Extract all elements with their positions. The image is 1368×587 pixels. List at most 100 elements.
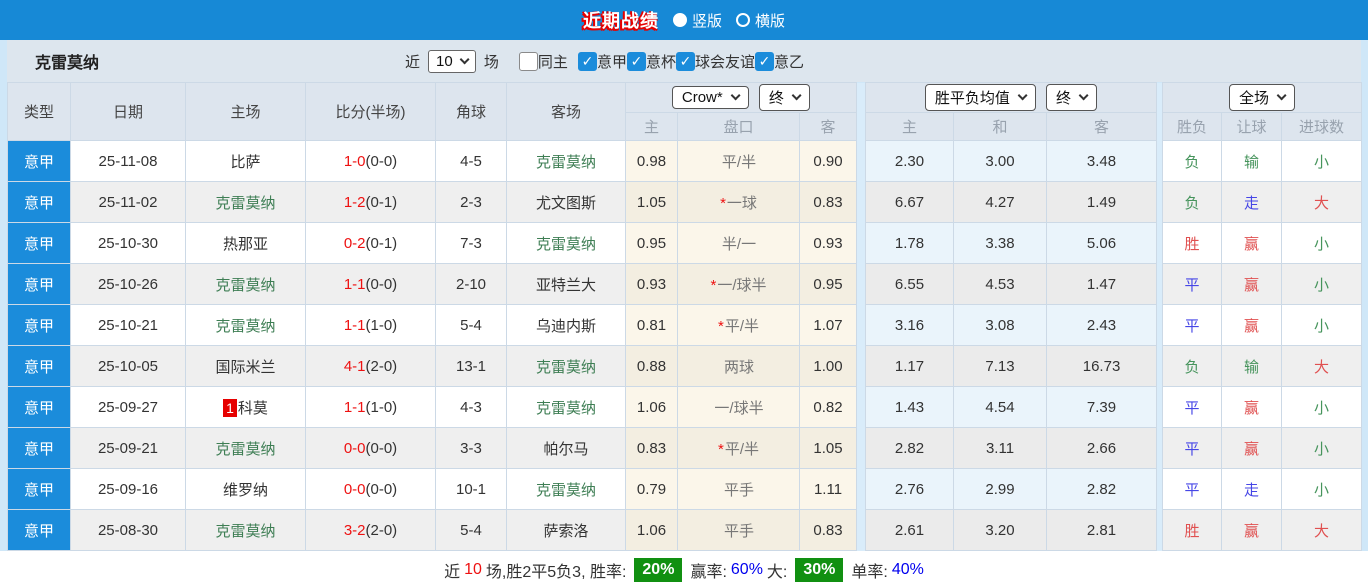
checkbox-label: 球会友谊 xyxy=(694,53,755,71)
subheader-pankou: 盘口 xyxy=(677,112,800,141)
checkbox-unchecked-icon[interactable] xyxy=(518,51,538,71)
away-team-name: 尤文图斯 xyxy=(535,194,596,212)
score-cell: 0-0(0-0) xyxy=(305,427,436,469)
filter-checkbox-item[interactable]: 同主 xyxy=(518,51,568,72)
avg-header-cell: 胜平负均值 终 xyxy=(865,82,1158,113)
avg-type-dropdown[interactable]: 胜平负均值 xyxy=(924,84,1037,111)
avg-away-cell: 2.81 xyxy=(1046,509,1158,551)
matches-label: 场 xyxy=(483,53,499,71)
handicap-line: 平手 xyxy=(723,481,754,499)
win-pct-label: 赢率: xyxy=(690,563,727,581)
filter-checkbox-item[interactable]: ✓ 球会友谊 xyxy=(675,51,755,72)
goals-result-cell: 大 xyxy=(1281,181,1363,223)
header-away: 客场 xyxy=(506,82,626,141)
result-cell: 负 xyxy=(1162,140,1223,182)
checkbox-checked-icon[interactable]: ✓ xyxy=(626,51,646,71)
handicap-odds-home-cell: 0.95 xyxy=(625,222,678,264)
result-cell: 平 xyxy=(1162,468,1223,510)
avg-away-cell: 5.06 xyxy=(1046,222,1158,264)
handicap-odds-away-cell: 1.11 xyxy=(798,468,858,510)
header-type: 类型 xyxy=(7,82,71,141)
topbar: 近期战绩 竖版 横版 xyxy=(0,0,1368,40)
goals-result-cell: 小 xyxy=(1281,222,1363,264)
avg-home-cell: 1.17 xyxy=(865,345,955,387)
match-row: 意甲 25-10-21 克雷莫纳 1-1(1-0) 5-4 乌迪内斯 0.81 … xyxy=(7,304,1363,346)
avg-draw-cell: 3.20 xyxy=(953,509,1048,551)
league-cell: 意甲 xyxy=(7,181,71,223)
handicap-result-cell: 输 xyxy=(1221,345,1283,387)
away-team-cell: 萨索洛 xyxy=(506,509,626,551)
result-cell: 平 xyxy=(1162,386,1223,428)
handicap-odds-home-cell: 0.83 xyxy=(625,427,678,469)
match-row: 意甲 25-10-26 克雷莫纳 1-1(0-0) 2-10 亚特兰大 0.93… xyxy=(7,263,1363,305)
home-team-name: 比萨 xyxy=(230,153,261,171)
date-cell: 25-10-30 xyxy=(70,222,186,264)
checkbox-label: 意甲 xyxy=(596,53,627,71)
handicap-odds-away-cell: 1.05 xyxy=(798,427,858,469)
handicap-line-cell: 半/一 xyxy=(677,222,800,264)
avg-away-cell: 2.66 xyxy=(1046,427,1158,469)
away-team-name: 克雷莫纳 xyxy=(535,358,596,376)
section-separator xyxy=(856,181,867,223)
filter-checkbox-item[interactable]: ✓ 意甲 xyxy=(577,51,627,72)
layout-radio-horizontal[interactable]: 横版 xyxy=(736,10,785,31)
checkbox-label: 意杯 xyxy=(645,53,676,71)
section-separator xyxy=(856,509,867,551)
handicap-odds-home-cell: 0.81 xyxy=(625,304,678,346)
avg-draw-cell: 3.08 xyxy=(953,304,1048,346)
rank-badge: 1 xyxy=(223,398,237,417)
checkbox-checked-icon[interactable]: ✓ xyxy=(577,51,597,71)
odds-state-dropdown[interactable]: 终 xyxy=(758,84,811,111)
away-team-name: 乌迪内斯 xyxy=(535,317,596,335)
subheader-handicap: 让球 xyxy=(1221,112,1283,141)
home-team-cell: 1 科莫 xyxy=(185,386,306,428)
filter-checkbox-item[interactable]: ✓ 意杯 xyxy=(626,51,676,72)
fulltime-score: 0-0 xyxy=(343,480,366,498)
away-team-cell: 帕尔马 xyxy=(506,427,626,469)
away-team-cell: 克雷莫纳 xyxy=(506,345,626,387)
fulltime-score: 1-1 xyxy=(343,275,366,293)
home-team-name: 克雷莫纳 xyxy=(215,522,276,540)
checkbox-checked-icon[interactable]: ✓ xyxy=(675,51,695,71)
avg-draw-cell: 4.53 xyxy=(953,263,1048,305)
single-label: 单率: xyxy=(851,563,888,581)
corner-cell: 2-10 xyxy=(435,263,507,305)
score-cell: 0-2(0-1) xyxy=(305,222,436,264)
recent-count-select[interactable]: 10 xyxy=(428,49,476,73)
away-team-cell: 克雷莫纳 xyxy=(506,222,626,264)
odds-header-cell: Crow* 终 xyxy=(624,82,858,113)
period-dropdown[interactable]: 全场 xyxy=(1228,84,1296,111)
home-team-cell: 热那亚 xyxy=(185,222,306,264)
results-table: 类型 日期 主场 比分(半场) 角球 客场 Crow* 终 胜平负均值 终 全场… xyxy=(7,82,1363,551)
score-cell: 1-1(1-0) xyxy=(305,386,436,428)
halftime-score: (2-0) xyxy=(365,357,398,375)
filter-checkbox-item[interactable]: ✓ 意乙 xyxy=(754,51,804,72)
chevron-down-icon xyxy=(1078,90,1089,102)
avg-draw-cell: 7.13 xyxy=(953,345,1048,387)
date-cell: 25-10-05 xyxy=(70,345,186,387)
handicap-result-cell: 赢 xyxy=(1221,509,1283,551)
result-cell: 平 xyxy=(1162,427,1223,469)
bookmaker-dropdown[interactable]: Crow* xyxy=(671,86,749,109)
summary-middle: 场,胜2平5负3, 胜率: xyxy=(485,563,627,581)
chevron-down-icon xyxy=(1017,90,1028,102)
away-team-cell: 乌迪内斯 xyxy=(506,304,626,346)
league-cell: 意甲 xyxy=(7,140,71,182)
handicap-odds-home-cell: 0.79 xyxy=(625,468,678,510)
handicap-line-cell: *一/球半 xyxy=(677,263,800,305)
corner-cell: 3-3 xyxy=(435,427,507,469)
summary-footer: 近 10 场,胜2平5负3, 胜率: 20% 赢率: 60% 大: 30% 单率: 40… xyxy=(0,551,1368,587)
avg-home-cell: 2.82 xyxy=(865,427,955,469)
match-row: 意甲 25-09-16 维罗纳 0-0(0-0) 10-1 克雷莫纳 0.79 … xyxy=(7,468,1363,510)
match-row: 意甲 25-11-08 比萨 1-0(0-0) 4-5 克雷莫纳 0.98 平/… xyxy=(7,140,1363,182)
goals-result-cell: 小 xyxy=(1281,468,1363,510)
checkbox-checked-icon[interactable]: ✓ xyxy=(754,51,774,71)
radio-vertical-label: 竖版 xyxy=(691,12,722,30)
layout-radio-vertical[interactable]: 竖版 xyxy=(672,10,722,31)
page-title: 近期战绩 xyxy=(582,11,659,31)
subheader-goals: 进球数 xyxy=(1281,112,1363,141)
away-team-cell: 克雷莫纳 xyxy=(506,468,626,510)
date-cell: 25-08-30 xyxy=(70,509,186,551)
handicap-line-cell: *平/半 xyxy=(677,304,800,346)
avg-state-dropdown[interactable]: 终 xyxy=(1046,84,1098,111)
